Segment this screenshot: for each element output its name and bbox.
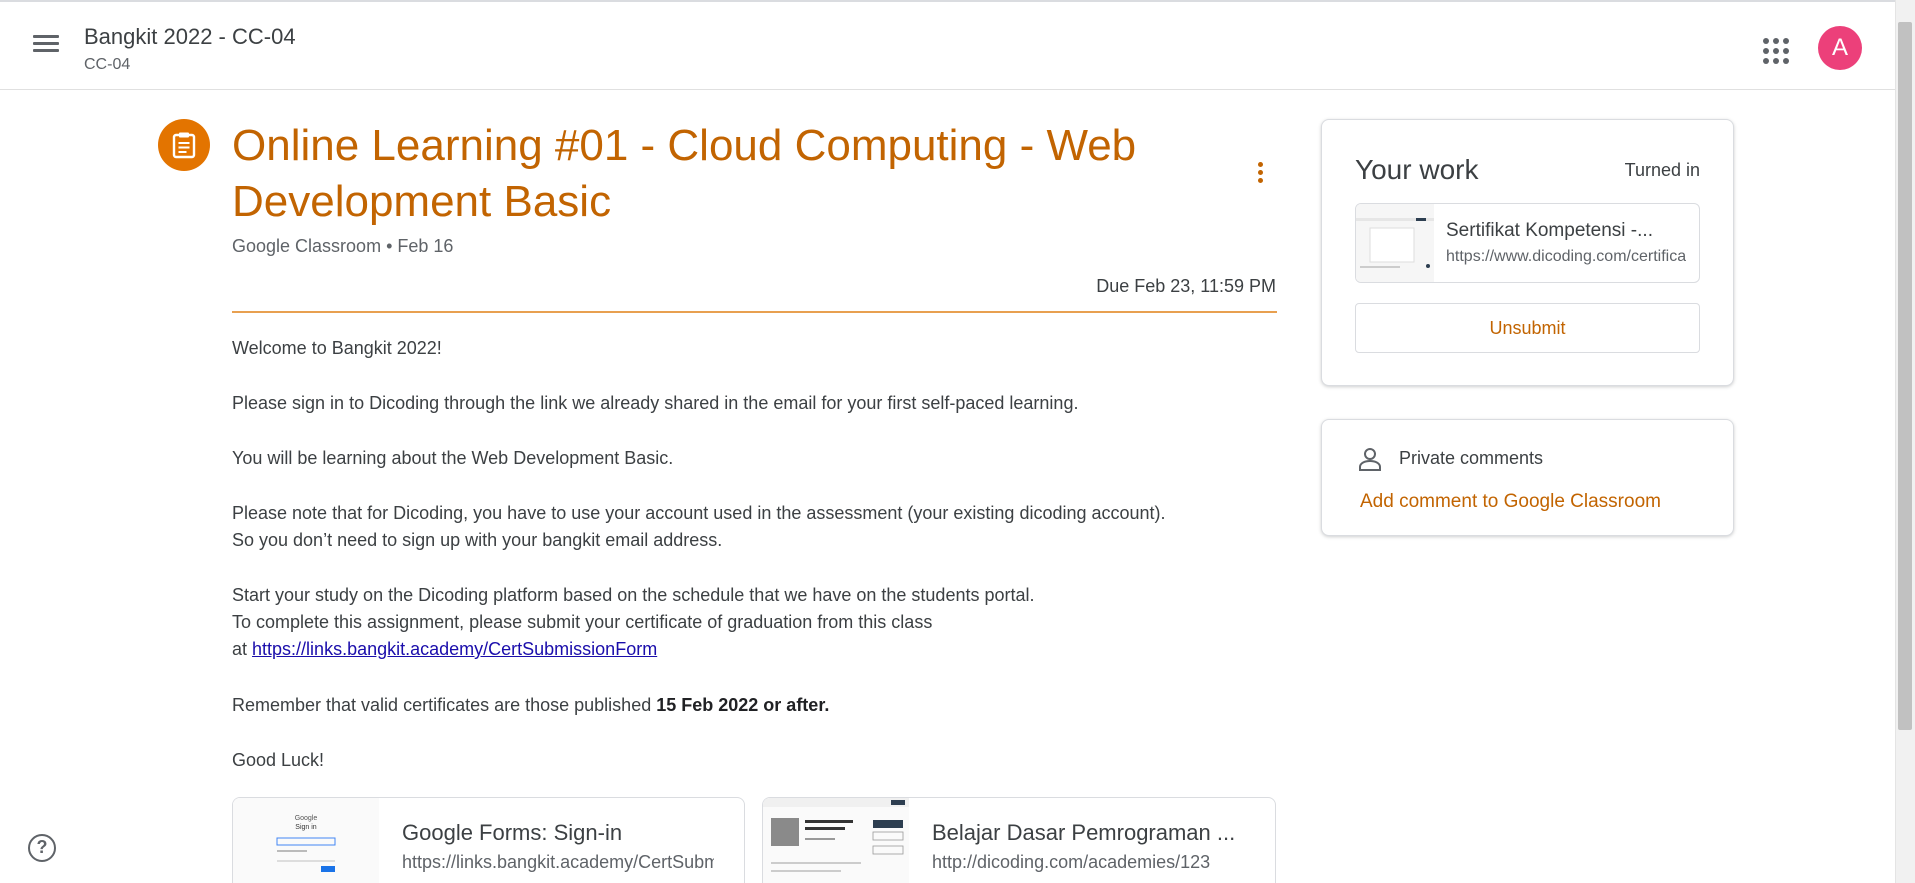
attachment-thumbnail: [763, 798, 909, 883]
avatar[interactable]: A: [1818, 26, 1862, 70]
assignment-icon: [158, 119, 210, 171]
submitted-file[interactable]: Sertifikat Kompetensi -... https://www.d…: [1355, 203, 1700, 283]
unsubmit-button[interactable]: Unsubmit: [1355, 303, 1700, 353]
menu-icon[interactable]: [28, 32, 64, 62]
attachment-url: http://dicoding.com/academies/123: [932, 852, 1211, 872]
more-options-icon[interactable]: [1250, 160, 1270, 188]
attachment-url: https://links.bangkit.academy/CertSubmis…: [402, 852, 714, 872]
attachment-card[interactable]: Google Sign in Google Forms: Sign-in htt…: [232, 797, 745, 883]
attachment-thumbnail: Google Sign in: [233, 798, 379, 883]
help-icon[interactable]: ?: [28, 834, 56, 862]
body-paragraph: You will be learning about the Web Devel…: [232, 448, 674, 468]
file-thumbnail: [1356, 204, 1434, 282]
classroom-app: Bangkit 2022 - CC-04 CC-04 A Online Lear…: [0, 0, 1915, 883]
work-status: Turned in: [1624, 160, 1700, 180]
scrollbar-thumb[interactable]: [1898, 22, 1912, 730]
body-paragraph: Welcome to Bangkit 2022!: [232, 338, 442, 358]
attachment-card[interactable]: Belajar Dasar Pemrograman ... http://dic…: [762, 797, 1276, 883]
top-bar: Bangkit 2022 - CC-04 CC-04 A: [0, 0, 1895, 90]
class-title[interactable]: Bangkit 2022 - CC-04: [84, 24, 296, 50]
google-apps-icon[interactable]: [1758, 33, 1790, 65]
file-title: Sertifikat Kompetensi -...: [1446, 220, 1653, 241]
cert-submission-link[interactable]: https://links.bangkit.academy/CertSubmis…: [252, 639, 657, 659]
person-icon: [1359, 448, 1381, 471]
body-line: Remember that valid certificates are tho…: [232, 695, 652, 715]
your-work-card: Your work Turned in Sertifikat Kompetens…: [1321, 119, 1734, 386]
assignment-title: Online Learning #01 - Cloud Computing - …: [232, 121, 1137, 226]
class-section: CC-04: [84, 56, 131, 73]
body-paragraph: Start your study on the Dicoding platfor…: [232, 582, 1292, 663]
svg-text:Google: Google: [295, 815, 318, 822]
attachment-title: Google Forms: Sign-in: [402, 820, 623, 845]
body-paragraph: Remember that valid certificates are tho…: [232, 692, 1292, 719]
due-date: Due Feb 23, 11:59 PM: [1096, 276, 1276, 296]
body-line: So you don’t need to sign up with your b…: [232, 530, 723, 550]
body-paragraph: Good Luck!: [232, 750, 325, 770]
body-line: To complete this assignment, please subm…: [232, 612, 933, 632]
body-paragraph: Please note that for Dicoding, you have …: [232, 500, 1292, 554]
body-line: Please note that for Dicoding, you have …: [232, 503, 1166, 523]
private-comments-title: Private comments: [1399, 448, 1544, 468]
body-line: Start your study on the Dicoding platfor…: [232, 585, 1035, 605]
title-divider: [232, 311, 1277, 313]
body-bold-text: 15 Feb 2022 or after.: [656, 695, 830, 715]
file-url: https://www.dicoding.com/certificates: [1446, 248, 1686, 265]
your-work-title: Your work: [1355, 154, 1479, 185]
body-paragraph: Please sign in to Dicoding through the l…: [232, 393, 1079, 413]
body-line: at: [232, 639, 248, 659]
svg-text:Sign in: Sign in: [295, 824, 317, 831]
private-comments-card: Private comments Add comment to Google C…: [1321, 419, 1734, 536]
add-comment-link[interactable]: Add comment to Google Classroom: [1360, 491, 1661, 513]
assignment-meta: Google Classroom • Feb 16: [232, 236, 454, 256]
attachment-title: Belajar Dasar Pemrograman ...: [932, 820, 1236, 845]
